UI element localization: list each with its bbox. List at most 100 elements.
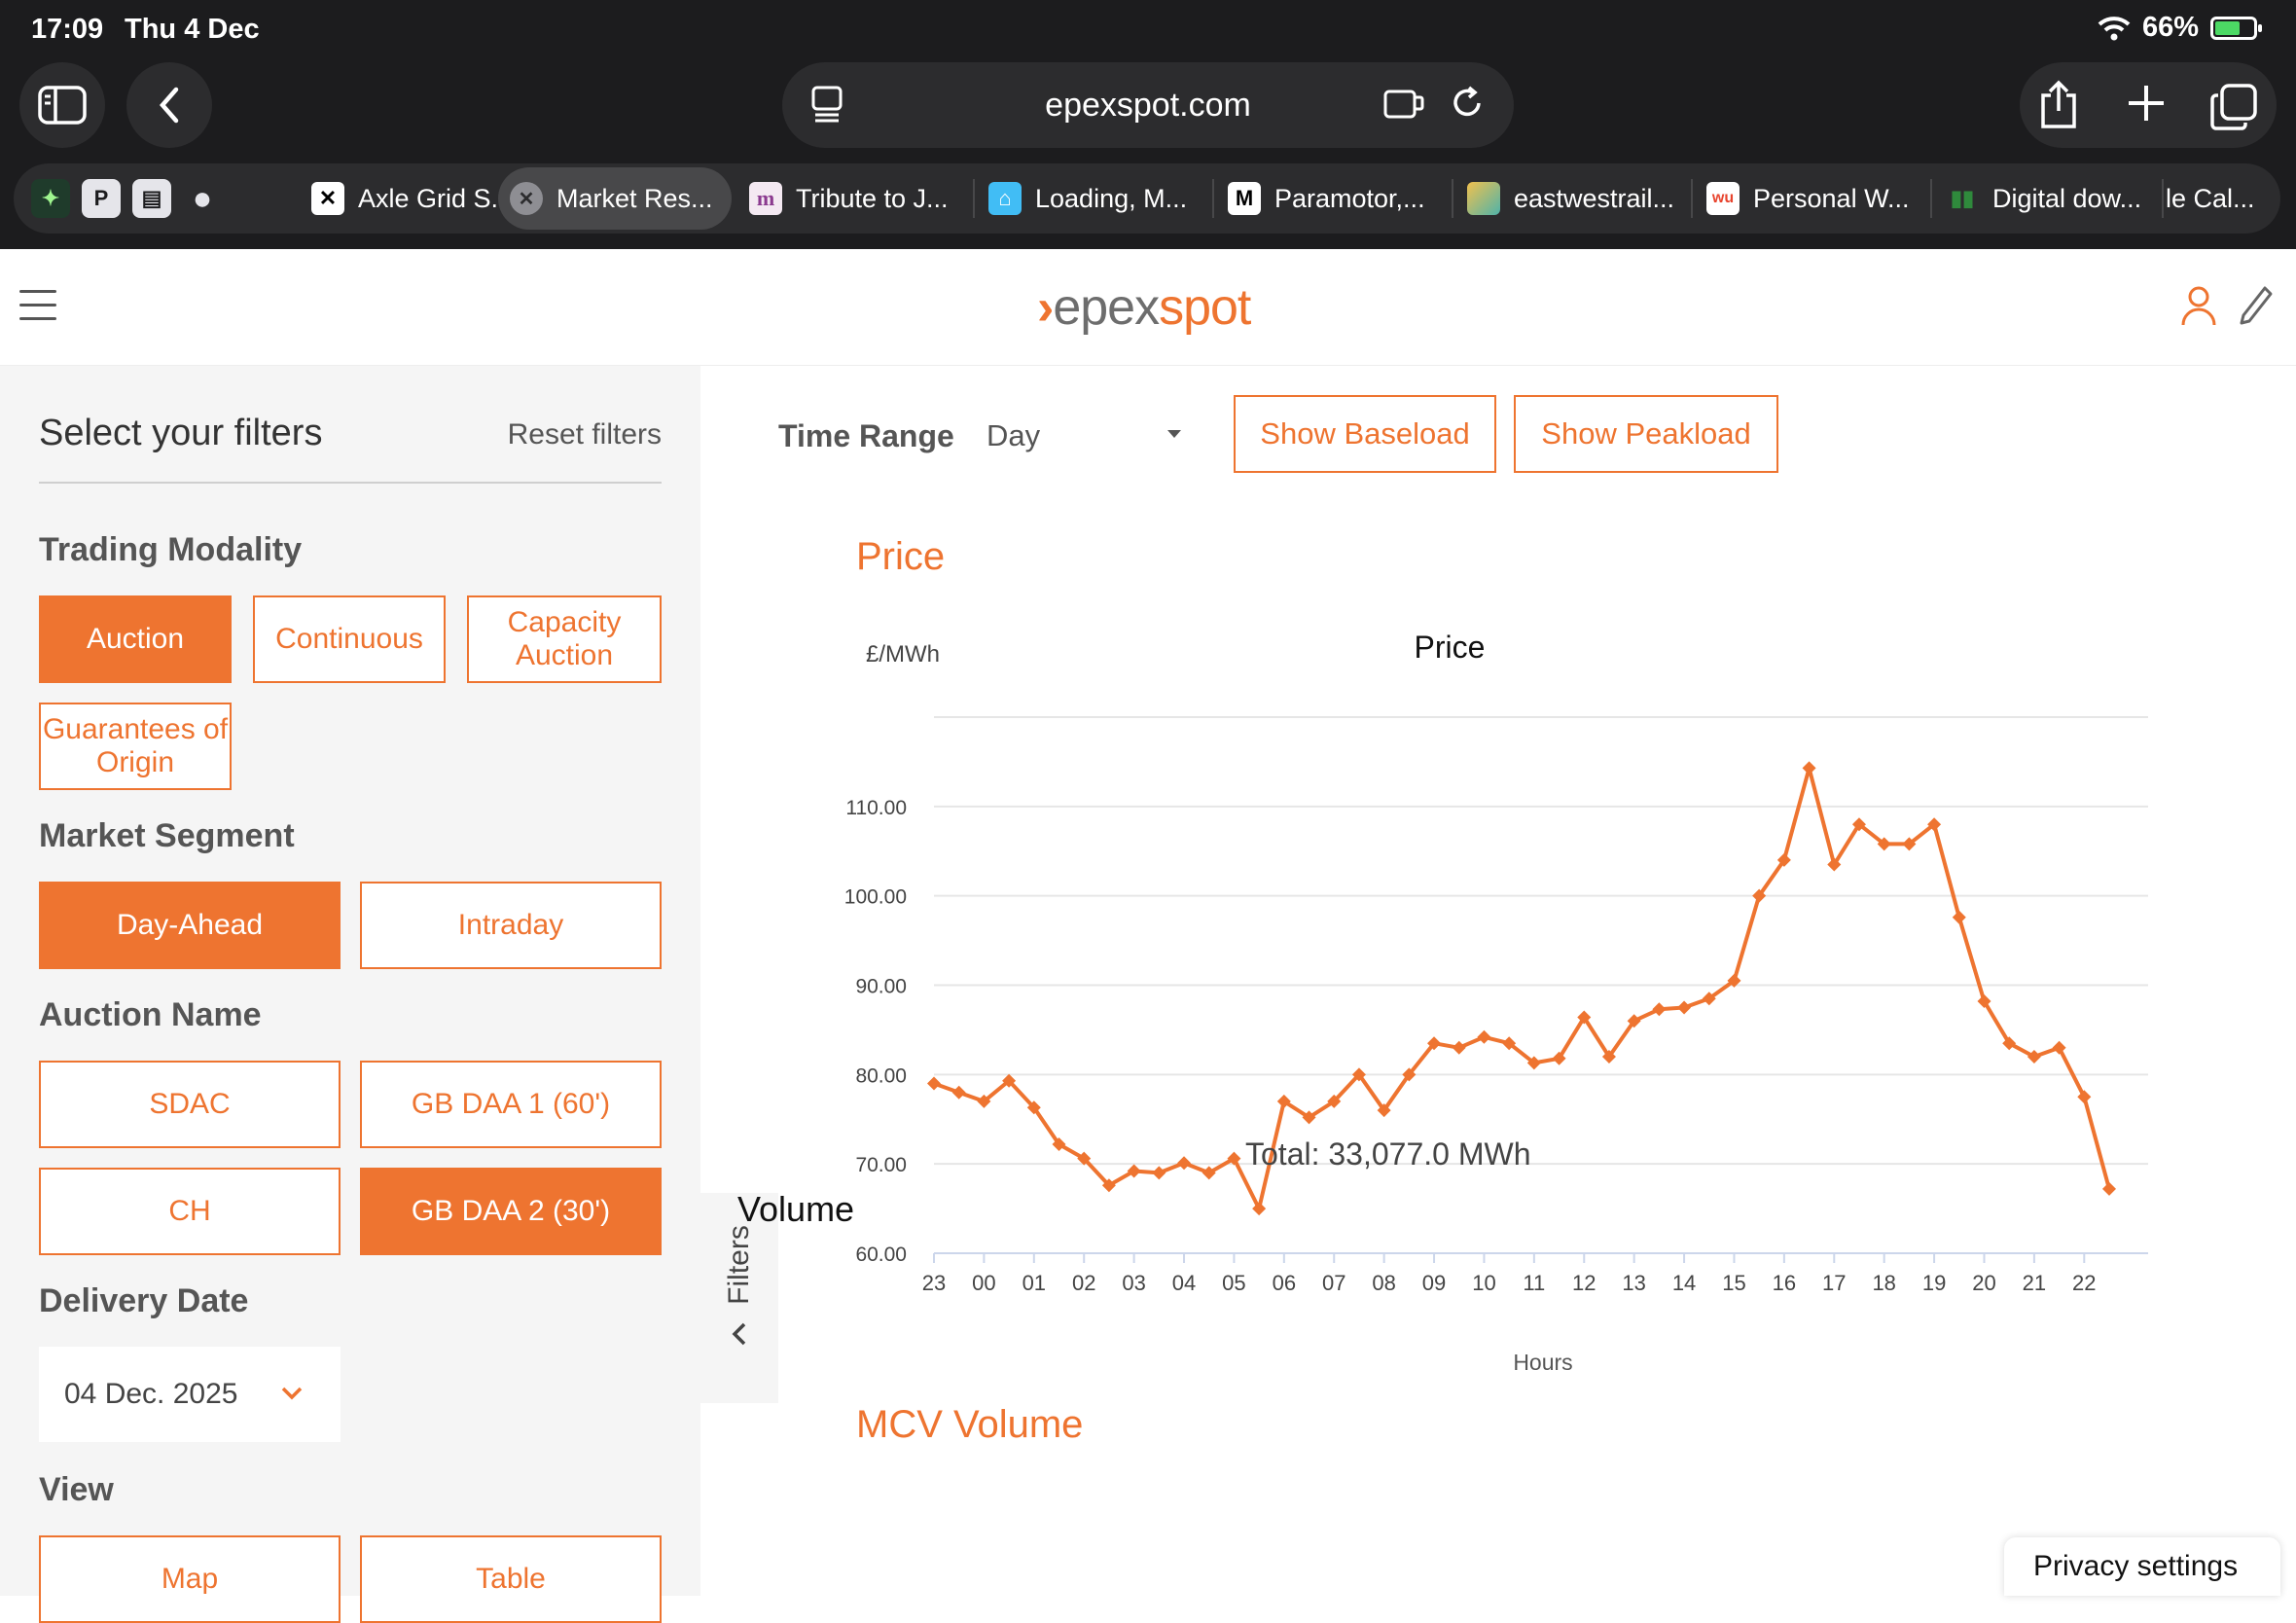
auction-name-label: Auction Name xyxy=(39,996,262,1033)
toolbar-right-group xyxy=(2020,62,2277,148)
menu-icon[interactable] xyxy=(19,290,56,331)
address-bar[interactable]: epexspot.com xyxy=(782,62,1514,148)
segment-intraday-button[interactable]: Intraday xyxy=(360,882,662,969)
auction-ch-button[interactable]: CH xyxy=(39,1168,341,1255)
show-baseload-button[interactable]: Show Baseload xyxy=(1234,395,1496,473)
x-tick-label: 19 xyxy=(1922,1271,1946,1295)
tab-personal-weather[interactable]: wu Personal W... xyxy=(1706,167,1930,230)
price-chart: Price £/MWh Hours 60.00 70.00 80.00 90.00 10… xyxy=(844,630,2148,1375)
sidebar-icon xyxy=(38,86,87,125)
reset-filters-link[interactable]: Reset filters xyxy=(508,418,662,451)
x-tick-label: 13 xyxy=(1622,1271,1645,1295)
phone-icon[interactable] xyxy=(2236,284,2275,331)
price-point[interactable] xyxy=(2102,1181,2116,1196)
price-point[interactable] xyxy=(1677,1000,1692,1015)
pinned-tab-p-icon[interactable]: P xyxy=(82,179,121,218)
chart-y-axis-label: £/MWh xyxy=(866,641,940,667)
time-range-select[interactable]: Day xyxy=(987,418,1181,453)
pinned-tab-octopus-icon[interactable]: ✦ xyxy=(31,179,70,218)
chevron-left-icon xyxy=(160,87,179,124)
view-table-button[interactable]: Table xyxy=(360,1535,662,1623)
extension-icon[interactable] xyxy=(1381,84,1424,131)
auction-sdac-button[interactable]: SDAC xyxy=(39,1061,341,1148)
x-tick-labels: 23 00 01 02 03 04 05 06 07 08 09 10 11 12 13 14 15 16 17 18… xyxy=(922,1253,2097,1295)
x-tick-label: 07 xyxy=(1322,1271,1345,1295)
auction-gb-daa-2-button[interactable]: GB DAA 2 (30') xyxy=(360,1168,662,1255)
tab-tribute[interactable]: m Tribute to J... xyxy=(749,167,963,230)
privacy-settings-button[interactable]: Privacy settings xyxy=(2004,1537,2280,1596)
delivery-date-picker[interactable]: 04 Dec. 2025 xyxy=(39,1347,341,1442)
modality-continuous-button[interactable]: Continuous xyxy=(253,595,446,683)
x-tick-label: 05 xyxy=(1222,1271,1245,1295)
close-icon[interactable]: ✕ xyxy=(510,182,543,215)
chart-gridlines xyxy=(934,716,2148,1254)
page-menu-icon[interactable] xyxy=(809,84,844,131)
x-tick-label: 18 xyxy=(1872,1271,1895,1295)
price-point[interactable] xyxy=(1652,1002,1667,1017)
x-tick-label: 00 xyxy=(972,1271,995,1295)
browser-chrome: 17:09 Thu 4 Dec 66% epexspot.com ✦ P ▤ ●… xyxy=(0,0,2296,249)
pinned-tab-github-icon[interactable]: ● xyxy=(183,179,222,218)
price-point[interactable] xyxy=(2052,1040,2066,1055)
price-point[interactable] xyxy=(1477,1029,1491,1044)
price-point[interactable] xyxy=(1177,1156,1192,1171)
price-point[interactable] xyxy=(2027,1049,2041,1064)
segment-day-ahead-button[interactable]: Day-Ahead xyxy=(39,882,341,969)
tab-paramotor[interactable]: M Paramotor,... xyxy=(1228,167,1452,230)
y-tick-label: 80.00 xyxy=(855,1064,907,1087)
m-logo-icon: M xyxy=(1228,182,1261,215)
view-map-button[interactable]: Map xyxy=(39,1535,341,1623)
price-point[interactable] xyxy=(1952,910,1966,924)
tab-divider xyxy=(2162,179,2164,218)
price-point[interactable] xyxy=(1802,761,1816,775)
reload-icon[interactable] xyxy=(1448,84,1487,131)
tab-loading[interactable]: ⌂ Loading, M... xyxy=(988,167,1212,230)
x-tick-label: 14 xyxy=(1672,1271,1696,1295)
x-tick-label: 08 xyxy=(1372,1271,1395,1295)
time-range-label: Time Range xyxy=(778,418,954,453)
battery-percent: 66% xyxy=(2141,12,2199,43)
map-icon xyxy=(1467,182,1500,215)
price-point[interactable] xyxy=(927,1076,941,1091)
tab-market-results[interactable]: ✕ Market Res... xyxy=(498,167,732,230)
tab-calendar[interactable]: le Cal... xyxy=(2166,167,2273,230)
tab-eastwestrail[interactable]: eastwestrail... xyxy=(1467,167,1691,230)
market-segment-label: Market Segment xyxy=(39,817,295,854)
pinned-tab-notes-icon[interactable]: ▤ xyxy=(132,179,171,218)
price-point[interactable] xyxy=(2077,1090,2092,1104)
x-tick-label: 04 xyxy=(1172,1271,1196,1295)
x-tick-label: 22 xyxy=(2072,1271,2096,1295)
auction-gb-daa-1-button[interactable]: GB DAA 1 (60') xyxy=(360,1061,662,1148)
share-icon[interactable] xyxy=(2037,80,2080,134)
tab-axle-grid[interactable]: ✕ Axle Grid S... xyxy=(311,167,496,230)
url-text[interactable]: epexspot.com xyxy=(1045,87,1251,125)
tab-divider xyxy=(1452,179,1453,218)
wifi-icon xyxy=(2098,16,2131,40)
y-tick-label: 70.00 xyxy=(855,1154,907,1176)
price-point[interactable] xyxy=(951,1085,966,1100)
x-logo-icon: ✕ xyxy=(311,182,344,215)
user-icon[interactable] xyxy=(2179,284,2218,331)
status-date: Thu 4 Dec xyxy=(125,14,260,45)
x-tick-label: 12 xyxy=(1572,1271,1596,1295)
status-bar: 17:09 Thu 4 Dec 66% xyxy=(0,0,2296,60)
show-peakload-button[interactable]: Show Peakload xyxy=(1514,395,1778,473)
x-tick-label: 03 xyxy=(1122,1271,1145,1295)
tab-overview-icon[interactable] xyxy=(2210,84,2257,134)
new-tab-icon[interactable] xyxy=(2127,84,2166,126)
trading-modality-label: Trading Modality xyxy=(39,531,303,568)
back-button[interactable] xyxy=(126,62,212,148)
modality-capacity-auction-button[interactable]: Capacity Auction xyxy=(467,595,662,683)
chevron-down-icon xyxy=(280,1376,304,1409)
price-point[interactable] xyxy=(1252,1202,1267,1216)
epexspot-logo[interactable]: ›epexspot xyxy=(1037,278,1251,337)
waveform-icon: ▮▮ xyxy=(1950,186,1975,210)
price-point[interactable] xyxy=(1452,1040,1466,1055)
sidebar-toggle-button[interactable] xyxy=(19,62,105,148)
modality-auction-button[interactable]: Auction xyxy=(39,595,232,683)
caret-down-icon xyxy=(1167,430,1181,438)
modality-guarantees-of-origin-button[interactable]: Guarantees of Origin xyxy=(39,703,232,790)
tab-digital-download[interactable]: ▮▮ Digital dow... xyxy=(1946,167,2170,230)
m-logo-icon: m xyxy=(749,182,782,215)
price-point[interactable] xyxy=(1152,1166,1166,1180)
